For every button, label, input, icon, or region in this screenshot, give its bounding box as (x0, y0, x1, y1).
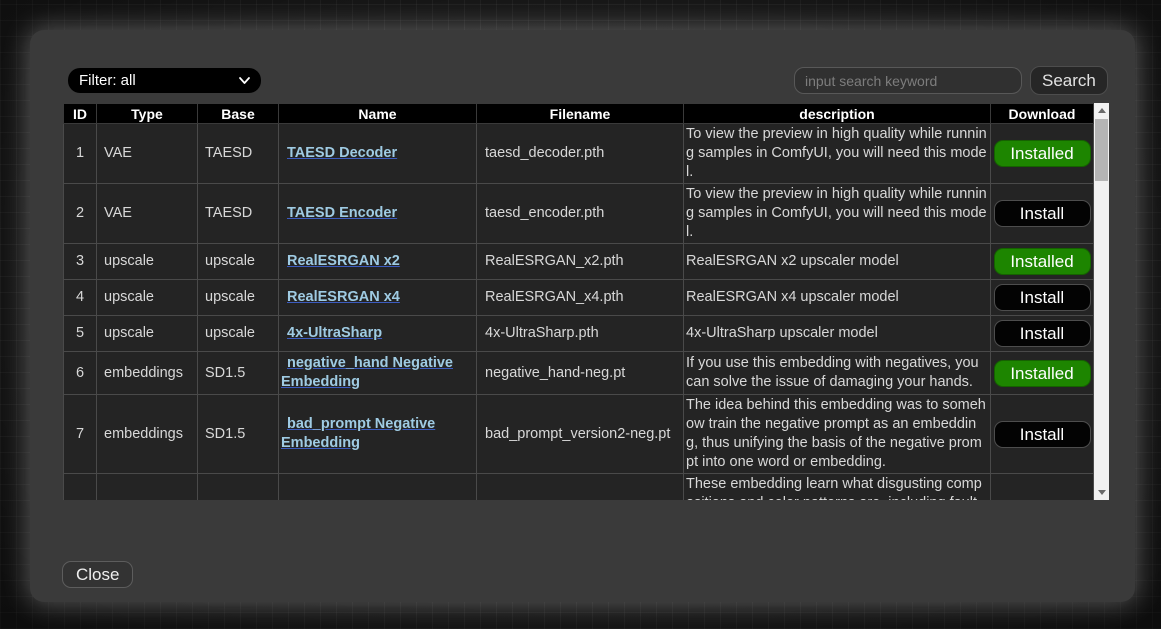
column-header-name: Name (279, 104, 477, 124)
model-description-cell: To view the preview in high quality whil… (684, 184, 991, 244)
table-row: 1VAETAESD TAESD Decoder taesd_decoder.pthT… (64, 124, 1094, 184)
model-description-cell: 4x-UltraSharp upscaler model (684, 316, 991, 352)
table-row: 3upscaleupscaleRealESRGAN x2RealESRGAN_x… (64, 244, 1094, 280)
models-table: IDTypeBaseNameFilenamedescriptionDownloa… (63, 103, 1094, 500)
model-type-cell: upscale (97, 316, 198, 352)
filter-dropdown[interactable]: Filter: all (68, 68, 261, 93)
model-download-cell: Install (991, 316, 1094, 352)
model-name-cell: negative_hand Negative Embedding (279, 352, 477, 395)
model-name-link[interactable]: negative_hand Negative Embedding (281, 355, 453, 390)
model-description-cell: If you use this embedding with negatives… (684, 352, 991, 395)
search-input[interactable] (794, 67, 1022, 94)
model-filename-cell: bad_prompt_version2-neg.pt (477, 395, 684, 474)
model-base-cell: TAESD (198, 124, 279, 184)
model-name-link[interactable]: TAESD Encoder (287, 205, 397, 221)
scrollbar-up-arrow-icon[interactable] (1094, 103, 1109, 118)
install-button[interactable]: Install (994, 284, 1091, 311)
model-base-cell: TAESD (198, 184, 279, 244)
model-name-cell: RealESRGAN x4 (279, 280, 477, 316)
table-row: 2VAETAESD TAESD Encoder taesd_encoder.pthT… (64, 184, 1094, 244)
model-filename-cell: RealESRGAN_x4.pth (477, 280, 684, 316)
model-download-cell (991, 474, 1094, 501)
table-header-row: IDTypeBaseNameFilenamedescriptionDownloa… (64, 104, 1094, 124)
model-description-cell: These embedding learn what disgusting co… (684, 474, 991, 501)
table-scrollbar[interactable] (1094, 103, 1109, 500)
model-download-cell: Installed (991, 244, 1094, 280)
model-id-cell: 3 (64, 244, 97, 280)
table-row: 5upscaleupscale4x-UltraSharp4x-UltraShar… (64, 316, 1094, 352)
model-download-cell: Install (991, 184, 1094, 244)
scrollbar-down-arrow-icon[interactable] (1094, 485, 1109, 500)
close-button[interactable]: Close (62, 561, 133, 588)
model-name-link[interactable]: RealESRGAN x4 (287, 289, 400, 305)
install-button[interactable]: Install (994, 320, 1091, 347)
model-description-cell: RealESRGAN x2 upscaler model (684, 244, 991, 280)
filter-dropdown-label: Filter: all (79, 72, 136, 89)
model-base-cell (198, 474, 279, 501)
model-name-cell: TAESD Decoder (279, 124, 477, 184)
model-name-link[interactable]: bad_prompt Negative Embedding (281, 416, 435, 451)
model-description-cell: The idea behind this embedding was to so… (684, 395, 991, 474)
model-download-cell: Installed (991, 352, 1094, 395)
model-base-cell: SD1.5 (198, 352, 279, 395)
column-header-filename: Filename (477, 104, 684, 124)
model-base-cell: upscale (198, 280, 279, 316)
installed-button[interactable]: Installed (994, 360, 1091, 387)
model-type-cell: upscale (97, 244, 198, 280)
model-base-cell: upscale (198, 244, 279, 280)
model-id-cell: 4 (64, 280, 97, 316)
model-name-link[interactable]: TAESD Decoder (287, 145, 397, 161)
model-name-link[interactable]: 4x-UltraSharp (287, 325, 382, 341)
model-description-cell: To view the preview in high quality whil… (684, 124, 991, 184)
model-filename-cell: taesd_encoder.pth (477, 184, 684, 244)
model-id-cell: 2 (64, 184, 97, 244)
table-row: 6embeddingsSD1.5negative_hand Negative E… (64, 352, 1094, 395)
installed-button[interactable]: Installed (994, 248, 1091, 275)
model-name-cell: 4x-UltraSharp (279, 316, 477, 352)
model-type-cell: VAE (97, 184, 198, 244)
model-name-cell: TAESD Encoder (279, 184, 477, 244)
model-type-cell: VAE (97, 124, 198, 184)
model-type-cell: upscale (97, 280, 198, 316)
model-type-cell: embeddings (97, 352, 198, 395)
install-button[interactable]: Install (994, 421, 1091, 448)
model-id-cell: 5 (64, 316, 97, 352)
model-filename-cell: taesd_decoder.pth (477, 124, 684, 184)
model-download-cell: Installed (991, 124, 1094, 184)
scrollbar-thumb[interactable] (1095, 119, 1108, 181)
model-filename-cell (477, 474, 684, 501)
install-models-dialog: Filter: all Search IDTypeBaseNameFilenam… (30, 30, 1135, 602)
table-row: 4upscaleupscaleRealESRGAN x4RealESRGAN_x… (64, 280, 1094, 316)
column-header-type: Type (97, 104, 198, 124)
model-name-cell (279, 474, 477, 501)
install-button[interactable]: Install (994, 200, 1091, 227)
model-id-cell: 6 (64, 352, 97, 395)
model-download-cell: Install (991, 395, 1094, 474)
model-base-cell: SD1.5 (198, 395, 279, 474)
table-row: These embedding learn what disgusting co… (64, 474, 1094, 501)
models-table-container: IDTypeBaseNameFilenamedescriptionDownloa… (63, 103, 1094, 500)
column-header-download: Download (991, 104, 1094, 124)
model-type-cell (97, 474, 198, 501)
model-id-cell: 1 (64, 124, 97, 184)
search-button[interactable]: Search (1030, 66, 1108, 95)
table-row: 7embeddingsSD1.5bad_prompt Negative Embe… (64, 395, 1094, 474)
chevron-down-icon (238, 76, 251, 85)
model-type-cell: embeddings (97, 395, 198, 474)
model-download-cell: Install (991, 280, 1094, 316)
model-filename-cell: 4x-UltraSharp.pth (477, 316, 684, 352)
model-base-cell: upscale (198, 316, 279, 352)
model-description-cell: RealESRGAN x4 upscaler model (684, 280, 991, 316)
model-id-cell (64, 474, 97, 501)
model-name-cell: bad_prompt Negative Embedding (279, 395, 477, 474)
model-name-link[interactable]: RealESRGAN x2 (287, 253, 400, 269)
column-header-base: Base (198, 104, 279, 124)
model-filename-cell: negative_hand-neg.pt (477, 352, 684, 395)
installed-button[interactable]: Installed (994, 140, 1091, 167)
column-header-id: ID (64, 104, 97, 124)
model-filename-cell: RealESRGAN_x2.pth (477, 244, 684, 280)
column-header-description: description (684, 104, 991, 124)
model-name-cell: RealESRGAN x2 (279, 244, 477, 280)
model-id-cell: 7 (64, 395, 97, 474)
